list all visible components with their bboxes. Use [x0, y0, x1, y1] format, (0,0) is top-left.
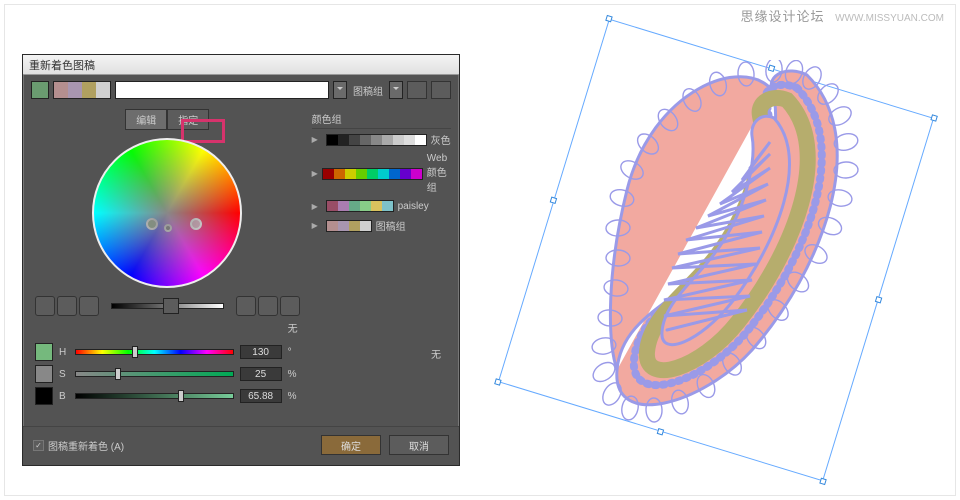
right-column: 颜色组 ▶ 灰色 ▶ Web 颜色组 ▶ paisley — [312, 105, 451, 409]
artboard — [490, 30, 930, 470]
hue-unit: ° — [288, 347, 300, 358]
recolor-checkbox[interactable]: ✓ 图稿重新着色 (A) — [33, 438, 124, 453]
sat-label: S — [59, 369, 69, 380]
dialog-titlebar[interactable]: 重新着色图稿 — [23, 55, 459, 75]
checkbox-label: 图稿重新着色 (A) — [48, 438, 124, 453]
color-wheel[interactable] — [92, 138, 242, 288]
watermark: 思缘设计论坛 WWW.MISSYUAN.COM — [740, 6, 944, 25]
color-wheel-marker[interactable] — [164, 224, 172, 232]
mode-tabs: 编辑 指定 — [31, 109, 304, 130]
segmented-wheel-button[interactable] — [57, 296, 77, 316]
sat-slider[interactable] — [75, 371, 234, 377]
color-group-swatches — [326, 200, 394, 212]
dialog-topbar: 图稿组 — [23, 75, 459, 105]
sat-row: S 25 % — [35, 365, 300, 383]
wheel-controls — [31, 296, 304, 316]
hue-row: H 130 ° — [35, 343, 300, 361]
group-label: 图稿组 — [351, 83, 385, 98]
hsb-sliders: H 130 ° S 25 % — [31, 335, 304, 405]
group-dropdown-button[interactable] — [389, 81, 403, 99]
link-harmony-button[interactable] — [236, 296, 256, 316]
chevron-right-icon: ▶ — [312, 202, 322, 211]
chevron-right-icon: ▶ — [312, 169, 318, 178]
resize-handle[interactable] — [875, 296, 882, 303]
color-group-row[interactable]: ▶ 灰色 — [312, 129, 451, 150]
watermark-url: WWW.MISSYUAN.COM — [835, 13, 944, 24]
checkbox-icon: ✓ — [33, 440, 44, 451]
preset-dropdown[interactable] — [115, 81, 329, 99]
sat-unit: % — [288, 369, 300, 380]
preset-dropdown-button[interactable] — [333, 81, 347, 99]
chevron-right-icon: ▶ — [312, 135, 322, 144]
bri-label: B — [59, 391, 69, 402]
artwork-swatch-strip[interactable] — [53, 81, 111, 99]
color-wheel-marker[interactable] — [146, 218, 158, 230]
brightness-knob[interactable] — [163, 298, 179, 314]
smooth-wheel-button[interactable] — [35, 296, 55, 316]
active-color-swatch[interactable] — [31, 81, 49, 99]
color-group-swatches — [326, 220, 372, 232]
tab-assign[interactable]: 指定 — [167, 109, 209, 130]
color-group-row[interactable]: ▶ paisley — [312, 197, 451, 215]
sat-knob[interactable] — [115, 368, 121, 380]
color-group-swatches — [322, 168, 423, 180]
bri-slider[interactable] — [75, 393, 234, 399]
resize-handle[interactable] — [494, 378, 501, 385]
brightness-slider[interactable] — [111, 303, 224, 309]
sat-swatch[interactable] — [35, 365, 53, 383]
hue-slider[interactable] — [75, 349, 234, 355]
color-group-row[interactable]: ▶ Web 颜色组 — [312, 150, 451, 197]
chevron-right-icon: ▶ — [312, 221, 322, 230]
bri-value[interactable]: 65.88 — [240, 389, 282, 403]
bri-knob[interactable] — [178, 390, 184, 402]
hue-label: H — [59, 347, 69, 358]
none-label: 无 — [31, 316, 304, 335]
bri-unit: % — [288, 391, 300, 402]
color-group-label: Web 颜色组 — [427, 153, 451, 194]
hue-swatch[interactable] — [35, 343, 53, 361]
sat-value[interactable]: 25 — [240, 367, 282, 381]
bri-row: B 65.88 % — [35, 387, 300, 405]
dialog-bottom-bar: ✓ 图稿重新着色 (A) 确定 取消 — [23, 426, 459, 465]
cancel-button[interactable]: 取消 — [389, 435, 449, 455]
paisley-artwork[interactable] — [572, 60, 862, 440]
bars-mode-button[interactable] — [79, 296, 99, 316]
color-groups-title: 颜色组 — [312, 105, 451, 129]
bri-swatch[interactable] — [35, 387, 53, 405]
color-group-label: 灰色 — [431, 132, 451, 147]
folder-icon[interactable] — [431, 81, 451, 99]
tab-edit[interactable]: 编辑 — [125, 109, 167, 130]
color-group-label: 图稿组 — [376, 218, 406, 233]
watermark-text: 思缘设计论坛 — [740, 9, 824, 24]
tool-button-1[interactable] — [258, 296, 278, 316]
recolor-artwork-dialog: 重新着色图稿 图稿组 编辑 指定 — [22, 54, 460, 466]
left-column: 编辑 指定 — [31, 105, 304, 409]
ok-button[interactable]: 确定 — [321, 435, 381, 455]
save-group-button[interactable] — [407, 81, 427, 99]
color-group-label: paisley — [398, 201, 429, 212]
tool-button-2[interactable] — [280, 296, 300, 316]
color-group-row[interactable]: ▶ 图稿组 — [312, 215, 451, 236]
color-wheel-marker[interactable] — [190, 218, 202, 230]
section-none-label: 无 — [312, 346, 451, 361]
hue-knob[interactable] — [132, 346, 138, 358]
color-group-swatches — [326, 134, 427, 146]
dialog-title: 重新着色图稿 — [29, 57, 95, 73]
hue-value[interactable]: 130 — [240, 345, 282, 359]
